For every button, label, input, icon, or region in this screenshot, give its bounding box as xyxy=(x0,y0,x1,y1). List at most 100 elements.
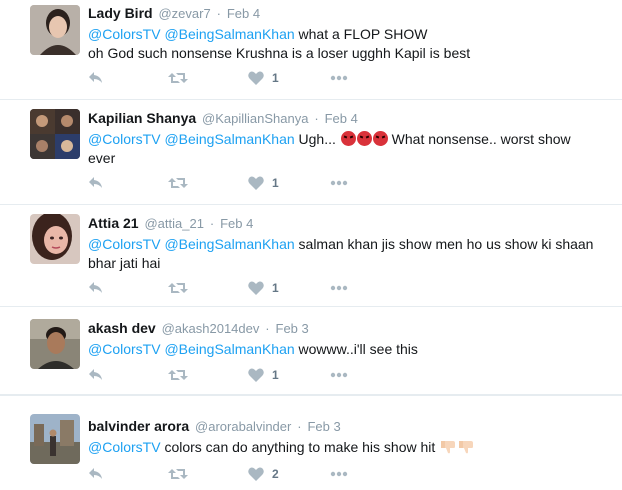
reply-icon xyxy=(89,468,102,479)
timestamp[interactable]: Feb 3 xyxy=(307,419,340,434)
mention-link[interactable]: @ColorsTV xyxy=(88,341,161,357)
tweet: akash dev @akash2014dev · Feb 3 @ColorsT… xyxy=(0,307,622,395)
mention-link[interactable]: @ColorsTV xyxy=(88,26,161,42)
username[interactable]: @KapillianShanya xyxy=(202,111,308,126)
timestamp[interactable]: Feb 4 xyxy=(227,6,260,21)
reply-icon xyxy=(89,369,102,380)
reply-button[interactable] xyxy=(88,278,104,298)
more-button[interactable] xyxy=(330,464,348,484)
thumbs-down-icon xyxy=(459,441,474,454)
tweet-text-part: what a FLOP SHOW xyxy=(294,26,428,42)
display-name[interactable]: akash dev xyxy=(88,320,156,336)
reply-icon xyxy=(89,72,102,83)
reply-button[interactable] xyxy=(88,68,104,88)
more-button[interactable] xyxy=(330,68,348,88)
like-button[interactable]: 1 xyxy=(248,278,279,298)
mention-link[interactable]: @BeingSalmanKhan xyxy=(164,131,294,147)
like-button[interactable]: 1 xyxy=(248,68,279,88)
retweet-icon xyxy=(168,370,188,380)
separator: · xyxy=(265,321,270,336)
tweet-text-part: colors can do anything to make his show … xyxy=(160,439,436,455)
reply-icon xyxy=(89,282,102,293)
retweet-button[interactable] xyxy=(168,464,188,484)
retweet-button[interactable] xyxy=(168,365,188,385)
tweet-text: @ColorsTV @BeingSalmanKhan Ugh... What n… xyxy=(88,130,612,168)
username[interactable]: @zevar7 xyxy=(158,6,210,21)
tweet-actions: 1 xyxy=(88,68,388,88)
tweet-text: @ColorsTV @BeingSalmanKhan salman khan j… xyxy=(88,235,612,273)
username[interactable]: @arorabalvinder xyxy=(195,419,291,434)
reply-button[interactable] xyxy=(88,173,104,193)
display-name[interactable]: Lady Bird xyxy=(88,5,153,21)
mention-link[interactable]: @ColorsTV xyxy=(88,439,161,455)
like-button[interactable]: 1 xyxy=(248,173,279,193)
tweet-text-part: salman khan jis show men ho us show ki s… xyxy=(294,236,594,252)
timestamp[interactable]: Feb 4 xyxy=(220,216,253,231)
like-count: 1 xyxy=(272,71,279,85)
tweet-text: @ColorsTV @BeingSalmanKhan what a FLOP S… xyxy=(88,25,612,63)
avatar[interactable] xyxy=(30,214,80,264)
like-count: 1 xyxy=(272,176,279,190)
mention-link[interactable]: @BeingSalmanKhan xyxy=(164,26,294,42)
more-button[interactable] xyxy=(330,365,348,385)
retweet-button[interactable] xyxy=(168,68,188,88)
username[interactable]: @attia_21 xyxy=(144,216,203,231)
retweet-button[interactable] xyxy=(168,173,188,193)
angry-face-icon xyxy=(372,131,388,146)
separator: · xyxy=(216,6,221,21)
tweet-text-part: Ugh... xyxy=(294,131,336,147)
tweet-text-part: oh God such nonsense Krushna is a loser … xyxy=(88,45,471,61)
tweet-actions: 2 xyxy=(88,464,388,484)
tweet-text-part: ever xyxy=(88,150,116,166)
display-name[interactable]: Kapilian Shanya xyxy=(88,110,196,126)
tweet: Lady Bird @zevar7 · Feb 4 @ColorsTV @Bei… xyxy=(0,0,622,100)
avatar-photo xyxy=(30,214,80,264)
like-count: 1 xyxy=(272,281,279,295)
avatar[interactable] xyxy=(30,319,80,369)
avatar-photo xyxy=(30,109,80,159)
reply-button[interactable] xyxy=(88,365,104,385)
avatar[interactable] xyxy=(30,109,80,159)
display-name[interactable]: Attia 21 xyxy=(88,215,139,231)
separator: · xyxy=(314,111,319,126)
reply-icon xyxy=(89,177,102,188)
more-icon xyxy=(330,285,348,291)
avatar[interactable] xyxy=(30,414,80,464)
more-icon xyxy=(330,180,348,186)
mention-link[interactable]: @ColorsTV xyxy=(88,131,161,147)
separator: · xyxy=(297,419,302,434)
mention-link[interactable]: @ColorsTV xyxy=(88,236,161,252)
more-button[interactable] xyxy=(330,173,348,193)
like-button[interactable]: 1 xyxy=(248,365,279,385)
tweet-text: @ColorsTV @BeingSalmanKhan wowww..i'll s… xyxy=(88,340,612,359)
tweet-actions: 1 xyxy=(88,365,388,385)
avatar[interactable] xyxy=(30,5,80,55)
heart-icon xyxy=(248,368,264,382)
reply-button[interactable] xyxy=(88,464,104,484)
tweet-text-part: wowww..i'll see this xyxy=(294,341,418,357)
more-button[interactable] xyxy=(330,278,348,298)
heart-icon xyxy=(248,176,264,190)
mention-link[interactable]: @BeingSalmanKhan xyxy=(164,341,294,357)
tweet-actions: 1 xyxy=(88,173,388,193)
retweet-icon xyxy=(168,283,188,293)
avatar-photo xyxy=(30,319,80,369)
timestamp[interactable]: Feb 3 xyxy=(276,321,309,336)
like-count: 2 xyxy=(272,467,279,481)
separator: · xyxy=(209,216,215,231)
retweet-icon xyxy=(168,73,188,83)
tweet-actions: 1 xyxy=(88,278,388,298)
display-name[interactable]: balvinder arora xyxy=(88,418,189,434)
retweet-button[interactable] xyxy=(168,278,188,298)
angry-face-icon xyxy=(340,131,356,146)
avatar-photo xyxy=(30,414,80,464)
timestamp[interactable]: Feb 4 xyxy=(325,111,358,126)
more-icon xyxy=(330,372,348,378)
retweet-icon xyxy=(168,178,188,188)
heart-icon xyxy=(248,467,264,481)
like-button[interactable]: 2 xyxy=(248,464,279,484)
username[interactable]: @akash2014dev xyxy=(162,321,260,336)
retweet-icon xyxy=(168,469,188,479)
like-count: 1 xyxy=(272,368,279,382)
mention-link[interactable]: @BeingSalmanKhan xyxy=(164,236,294,252)
